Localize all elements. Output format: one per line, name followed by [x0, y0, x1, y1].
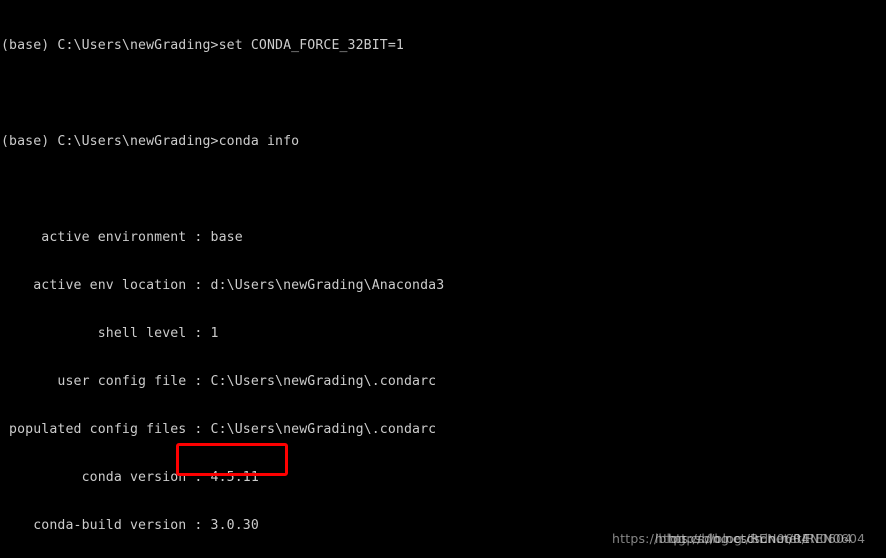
terminal-line: (base) C:\Users\newGrading>set CONDA_FOR… — [1, 38, 404, 53]
terminal-output: (base) C:\Users\newGrading>set CONDA_FOR… — [1, 6, 791, 558]
terminal-line: shell level : 1 — [1, 326, 219, 341]
terminal-line: populated config files : C:\Users\newGra… — [1, 422, 437, 437]
terminal-window[interactable]: (base) C:\Users\newGrading>set CONDA_FOR… — [0, 0, 886, 558]
terminal-line: (base) C:\Users\newGrading>conda info — [1, 134, 300, 149]
terminal-line: active environment : base — [1, 230, 243, 245]
watermark-text: https://blog.csdn.net/REN0604 — [668, 531, 866, 546]
terminal-line: user config file : C:\Users\newGrading\.… — [1, 374, 437, 389]
terminal-line: active env location : d:\Users\newGradin… — [1, 278, 445, 293]
terminal-line: conda version : 4.5.11 — [1, 470, 259, 485]
